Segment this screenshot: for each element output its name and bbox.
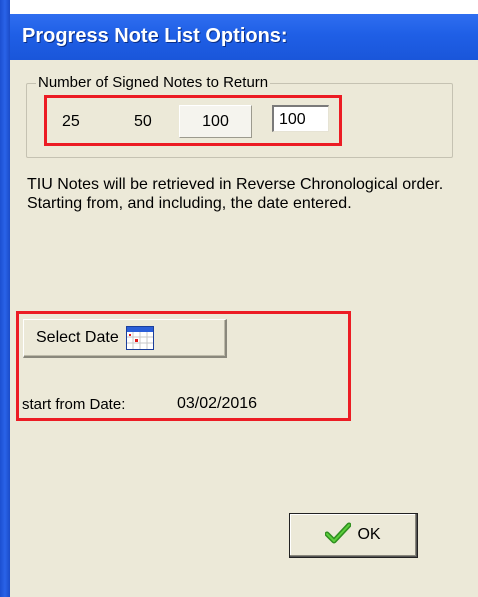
title-bar[interactable]: Progress Note List Options: — [10, 14, 478, 60]
notes-count-highlight — [44, 95, 342, 146]
signed-notes-legend: Number of Signed Notes to Return — [36, 74, 271, 91]
window-title: Progress Note List Options: — [22, 25, 288, 47]
progress-note-list-options-window: Progress Note List Options: Number of Si… — [0, 0, 478, 597]
ok-label: OK — [357, 526, 381, 543]
window-left-border — [0, 0, 10, 597]
checkmark-icon — [324, 522, 352, 549]
retrieval-info-text: TIU Notes will be retrieved in Reverse C… — [27, 176, 444, 212]
ok-button[interactable]: OK — [289, 513, 418, 558]
date-selection-highlight — [16, 311, 351, 421]
